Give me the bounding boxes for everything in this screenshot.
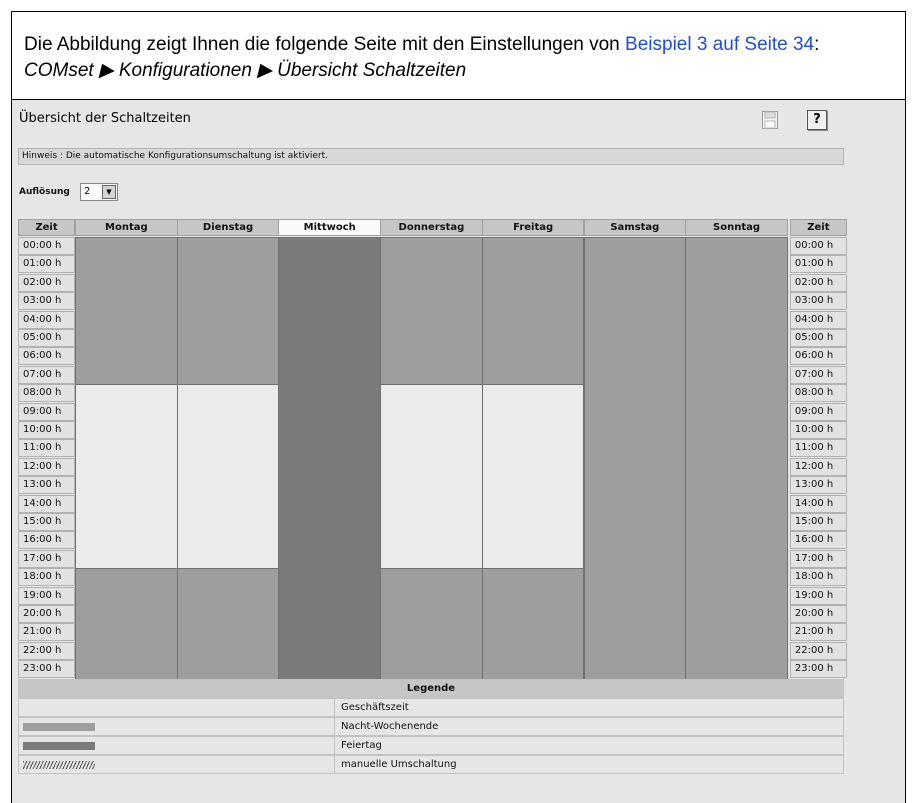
- time-label-right: 14:00 h: [789, 494, 847, 513]
- hint-bar: Hinweis : Die automatische Konfiguration…: [18, 148, 844, 165]
- time-label-right: 05:00 h: [789, 329, 847, 347]
- time-label-right: 15:00 h: [789, 513, 847, 531]
- time-header-right: Zeit: [789, 219, 847, 236]
- time-header-left: Zeit: [18, 219, 75, 236]
- legend-swatch-nacht_wochenende: [23, 723, 95, 731]
- schedule-block-nacht_wochenende[interactable]: [481, 568, 585, 680]
- intro-colon: :: [814, 34, 820, 55]
- help-icon[interactable]: ?: [807, 110, 827, 130]
- time-label-left: 11:00 h: [18, 439, 75, 458]
- time-label-left: 18:00 h: [18, 568, 75, 587]
- time-label-right: 20:00 h: [789, 605, 847, 623]
- time-label-left: 08:00 h: [18, 384, 75, 403]
- time-label-right: 12:00 h: [789, 457, 847, 476]
- legend-row-geschaeftszeit: Geschäftszeit: [18, 698, 844, 717]
- schedule-block-geschaeftszeit[interactable]: [481, 384, 585, 570]
- legend-label: Geschäftszeit: [334, 699, 409, 716]
- day-header-mittwoch: Mittwoch: [278, 219, 382, 236]
- time-label-right: 02:00 h: [789, 273, 847, 292]
- time-label-right: 16:00 h: [789, 531, 847, 550]
- time-label-left: 03:00 h: [18, 292, 75, 311]
- time-label-right: 00:00 h: [789, 237, 847, 255]
- time-label-right: 06:00 h: [789, 347, 847, 366]
- legend-swatch-manuell: [23, 761, 95, 769]
- schedule-block-geschaeftszeit[interactable]: [75, 384, 178, 570]
- schedule-block-nacht_wochenende[interactable]: [176, 568, 280, 680]
- time-label-left: 22:00 h: [18, 641, 75, 660]
- save-icon[interactable]: [762, 111, 778, 129]
- time-label-right: 03:00 h: [789, 292, 847, 311]
- time-label-left: 17:00 h: [18, 549, 75, 568]
- time-label-left: 05:00 h: [18, 329, 75, 347]
- time-label-left: 12:00 h: [18, 457, 75, 476]
- page-title: Übersicht der Schaltzeiten: [19, 111, 191, 126]
- schedule-block-nacht_wochenende[interactable]: [75, 237, 178, 386]
- time-label-left: 19:00 h: [18, 586, 75, 605]
- schedule-block-nacht_wochenende[interactable]: [176, 237, 280, 386]
- legend-row-manuell: manuelle Umschaltung: [18, 755, 844, 774]
- schedule-block-geschaeftszeit[interactable]: [380, 384, 483, 570]
- chevron-down-icon[interactable]: ▼: [102, 185, 116, 199]
- schedule-block-geschaeftszeit[interactable]: [176, 384, 280, 570]
- resolution-select[interactable]: 2 ▼: [80, 183, 118, 201]
- schedule-block-feiertag[interactable]: [278, 237, 382, 680]
- intro-sentence: Die Abbildung zeigt Ihnen die folgende S…: [24, 34, 626, 55]
- time-label-right: 10:00 h: [789, 421, 847, 439]
- time-label-right: 21:00 h: [789, 623, 847, 642]
- day-header-sonntag: Sonntag: [685, 219, 788, 236]
- time-label-left: 14:00 h: [18, 494, 75, 513]
- day-header-donnerstag: Donnerstag: [380, 219, 483, 236]
- schedule-block-nacht_wochenende[interactable]: [583, 237, 687, 680]
- time-label-left: 20:00 h: [18, 605, 75, 623]
- time-label-left: 23:00 h: [18, 660, 75, 679]
- schedule-block-nacht_wochenende[interactable]: [380, 568, 483, 680]
- example-link[interactable]: Beispiel 3 auf Seite 34: [625, 34, 814, 55]
- schedule-block-nacht_wochenende[interactable]: [481, 237, 585, 386]
- time-label-left: 00:00 h: [18, 237, 75, 255]
- resolution-label: Auflösung: [19, 187, 70, 197]
- time-label-right: 08:00 h: [789, 384, 847, 403]
- time-label-left: 06:00 h: [18, 347, 75, 366]
- day-header-samstag: Samstag: [583, 219, 687, 236]
- time-label-right: 22:00 h: [789, 641, 847, 660]
- time-label-left: 01:00 h: [18, 255, 75, 274]
- time-label-left: 13:00 h: [18, 476, 75, 495]
- resolution-value: 2: [84, 186, 91, 197]
- legend-row-feiertag: Feiertag: [18, 736, 844, 755]
- time-label-left: 04:00 h: [18, 310, 75, 329]
- legend-title: Legende: [18, 679, 844, 698]
- schedule-block-nacht_wochenende[interactable]: [380, 237, 483, 386]
- time-label-right: 13:00 h: [789, 476, 847, 495]
- time-label-left: 09:00 h: [18, 402, 75, 421]
- day-header-freitag: Freitag: [481, 219, 585, 236]
- day-header-dienstag: Dienstag: [176, 219, 280, 236]
- time-label-right: 04:00 h: [789, 310, 847, 329]
- time-label-left: 02:00 h: [18, 273, 75, 292]
- legend-label: Nacht-Wochenende: [334, 718, 438, 735]
- legend-swatch-feiertag: [23, 742, 95, 750]
- time-label-right: 01:00 h: [789, 255, 847, 274]
- time-label-left: 21:00 h: [18, 623, 75, 642]
- time-label-right: 19:00 h: [789, 586, 847, 605]
- schedule-block-nacht_wochenende[interactable]: [685, 237, 788, 680]
- time-label-right: 17:00 h: [789, 549, 847, 568]
- menu-path: COMset ▶ Konfigurationen ▶ Übersicht Sch…: [24, 60, 467, 81]
- time-label-left: 07:00 h: [18, 365, 75, 384]
- time-label-right: 07:00 h: [789, 365, 847, 384]
- time-label-left: 10:00 h: [18, 421, 75, 439]
- time-label-right: 09:00 h: [789, 402, 847, 421]
- time-label-right: 11:00 h: [789, 439, 847, 458]
- intro-text: Die Abbildung zeigt Ihnen die folgende S…: [11, 11, 906, 99]
- time-label-left: 16:00 h: [18, 531, 75, 550]
- legend-row-nacht_wochenende: Nacht-Wochenende: [18, 717, 844, 736]
- time-label-left: 15:00 h: [18, 513, 75, 531]
- schedule-block-nacht_wochenende[interactable]: [75, 568, 178, 680]
- legend-label: manuelle Umschaltung: [334, 756, 457, 773]
- day-header-montag: Montag: [75, 219, 178, 236]
- time-label-right: 18:00 h: [789, 568, 847, 587]
- legend-label: Feiertag: [334, 737, 382, 754]
- time-label-right: 23:00 h: [789, 660, 847, 679]
- schaltzeiten-panel: Übersicht der Schaltzeiten ? Hinweis : D…: [11, 99, 906, 803]
